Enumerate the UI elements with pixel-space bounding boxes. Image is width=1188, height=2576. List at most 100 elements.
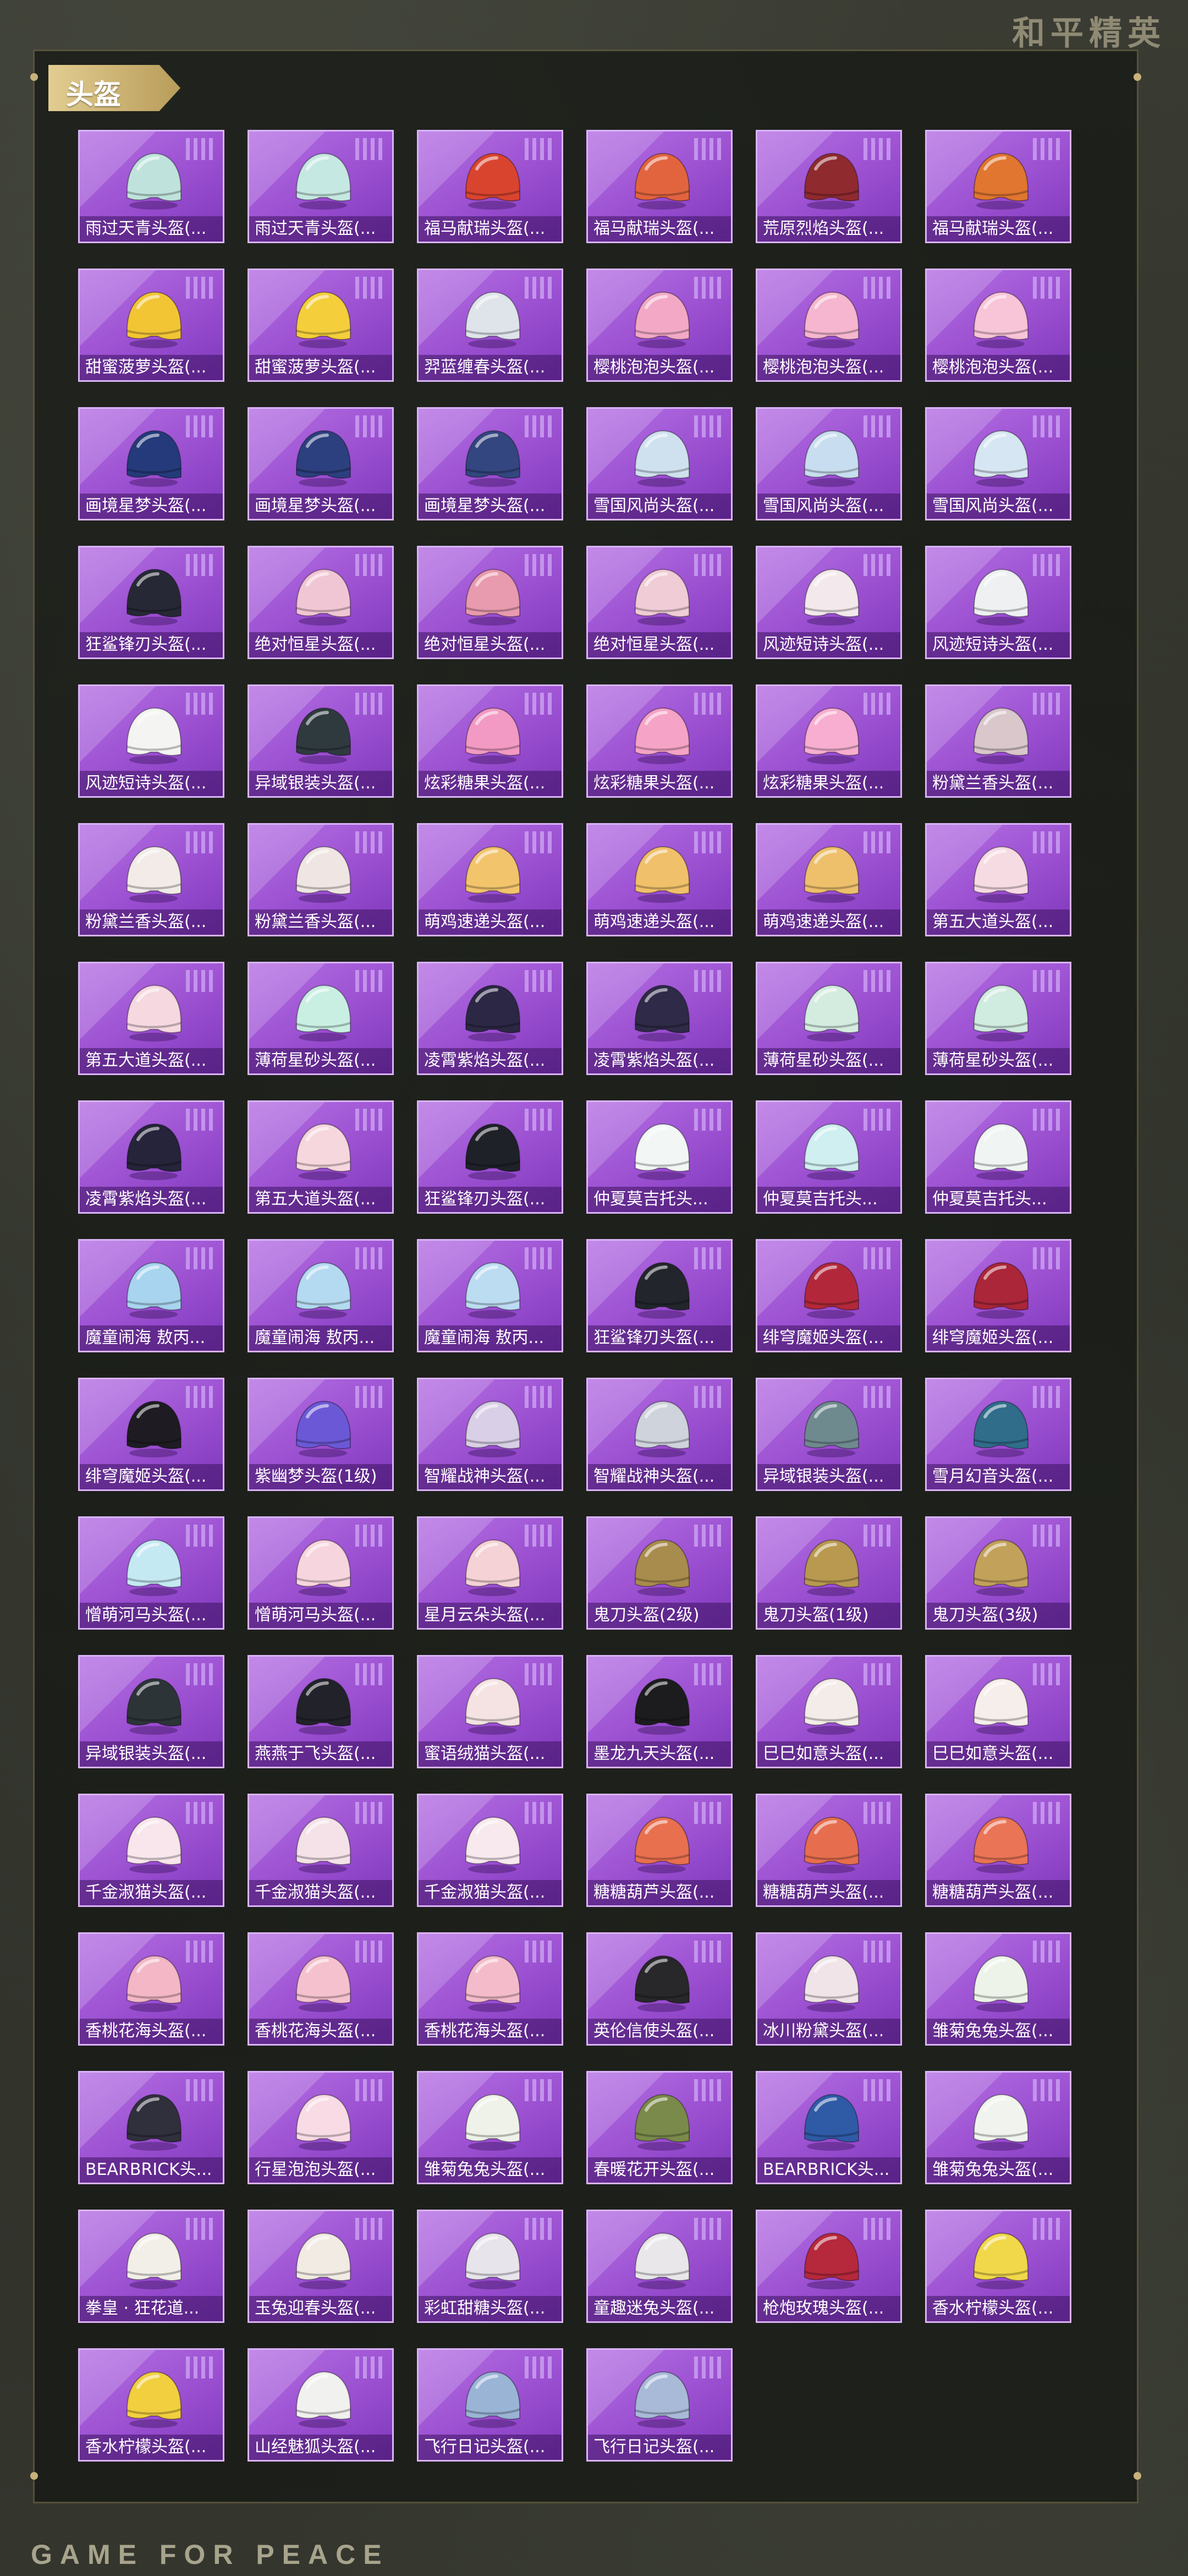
helmet-card[interactable]: 绝对恒星头盔(...	[586, 546, 733, 659]
helmet-card[interactable]: 樱桃泡泡头盔(...	[756, 268, 902, 382]
helmet-card[interactable]: 魔童闹海 敖丙...	[248, 1239, 394, 1352]
helmet-card[interactable]: 福马献瑞头盔(...	[586, 130, 733, 243]
helmet-card[interactable]: 狂鲨锋刃头盔(...	[78, 546, 224, 659]
helmet-card[interactable]: 萌鸡速递头盔(...	[756, 823, 902, 936]
helmet-card[interactable]: 鬼刀头盔(1级)	[756, 1516, 902, 1630]
helmet-card[interactable]: 风迹短诗头盔(...	[756, 546, 902, 659]
helmet-card[interactable]: 第五大道头盔(...	[248, 1100, 394, 1214]
helmet-card[interactable]: 甜蜜菠萝头盔(...	[248, 268, 394, 382]
helmet-card[interactable]: 羿蓝缠春头盔(...	[417, 268, 563, 382]
helmet-card[interactable]: 绯穹魔姬头盔(...	[756, 1239, 902, 1352]
helmet-card[interactable]: 福马献瑞头盔(...	[417, 130, 563, 243]
helmet-card[interactable]: 凌霄紫焰头盔(...	[78, 1100, 224, 1214]
helmet-card[interactable]: 香水柠檬头盔(...	[78, 2348, 224, 2462]
helmet-card[interactable]: 魔童闹海 敖丙...	[417, 1239, 563, 1352]
helmet-card[interactable]: 童趣迷兔头盔(...	[586, 2210, 733, 2323]
helmet-card[interactable]: 樱桃泡泡头盔(...	[586, 268, 733, 382]
helmet-card[interactable]: 炫彩糖果头盔(...	[417, 684, 563, 798]
helmet-card[interactable]: 福马献瑞头盔(...	[925, 130, 1071, 243]
helmet-card[interactable]: 雨过天青头盔(...	[78, 130, 224, 243]
helmet-card[interactable]: 憎萌河马头盔(...	[78, 1516, 224, 1630]
helmet-card[interactable]: 枪炮玫瑰头盔(...	[756, 2210, 902, 2323]
helmet-card[interactable]: 香桃花海头盔(...	[78, 1932, 224, 2046]
helmet-card[interactable]: 异域银装头盔(...	[756, 1378, 902, 1491]
helmet-card[interactable]: 飞行日记头盔(...	[417, 2348, 563, 2462]
helmet-card[interactable]: 紫幽梦头盔(1级)	[248, 1378, 394, 1491]
helmet-card[interactable]: 春暖花开头盔(...	[586, 2071, 733, 2184]
helmet-card[interactable]: 千金淑猫头盔(...	[417, 1794, 563, 1907]
helmet-card[interactable]: 巳巳如意头盔(...	[756, 1655, 902, 1768]
helmet-card[interactable]: 荒原烈焰头盔(...	[756, 130, 902, 243]
helmet-card[interactable]: 粉黛兰香头盔(...	[925, 684, 1071, 798]
helmet-card[interactable]: 雪国风尚头盔(...	[586, 407, 733, 520]
helmet-card[interactable]: 香水柠檬头盔(...	[925, 2210, 1071, 2323]
helmet-card[interactable]: BEARBRICK头...	[78, 2071, 224, 2184]
helmet-card[interactable]: 风迹短诗头盔(...	[78, 684, 224, 798]
helmet-card[interactable]: 第五大道头盔(...	[78, 962, 224, 1075]
helmet-card[interactable]: 薄荷星砂头盔(...	[756, 962, 902, 1075]
helmet-card[interactable]: 绯穹魔姬头盔(...	[78, 1378, 224, 1491]
helmet-card[interactable]: 彩虹甜糖头盔(...	[417, 2210, 563, 2323]
helmet-card[interactable]: 雏菊兔兔头盔(...	[925, 2071, 1071, 2184]
helmet-card[interactable]: 雪国风尚头盔(...	[756, 407, 902, 520]
helmet-card[interactable]: 千金淑猫头盔(...	[78, 1794, 224, 1907]
helmet-card[interactable]: 雏菊兔兔头盔(...	[417, 2071, 563, 2184]
helmet-card[interactable]: 智耀战神头盔(...	[417, 1378, 563, 1491]
helmet-card[interactable]: 鬼刀头盔(2级)	[586, 1516, 733, 1630]
helmet-card[interactable]: 萌鸡速递头盔(...	[586, 823, 733, 936]
helmet-card[interactable]: 鬼刀头盔(3级)	[925, 1516, 1071, 1630]
helmet-card[interactable]: 墨龙九天头盔(...	[586, 1655, 733, 1768]
helmet-card[interactable]: 仲夏莫吉托头...	[925, 1100, 1071, 1214]
helmet-card[interactable]: 画境星梦头盔(...	[78, 407, 224, 520]
helmet-card[interactable]: 行星泡泡头盔(...	[248, 2071, 394, 2184]
helmet-card[interactable]: 炫彩糖果头盔(...	[586, 684, 733, 798]
helmet-card[interactable]: 粉黛兰香头盔(...	[248, 823, 394, 936]
helmet-card[interactable]: 燕燕于飞头盔(...	[248, 1655, 394, 1768]
helmet-card[interactable]: 薄荷星砂头盔(...	[925, 962, 1071, 1075]
helmet-card[interactable]: 画境星梦头盔(...	[417, 407, 563, 520]
helmet-card[interactable]: 绯穹魔姬头盔(...	[925, 1239, 1071, 1352]
helmet-card[interactable]: 炫彩糖果头盔(...	[756, 684, 902, 798]
helmet-card[interactable]: 巳巳如意头盔(...	[925, 1655, 1071, 1768]
helmet-card[interactable]: 异域银装头盔(...	[78, 1655, 224, 1768]
helmet-card[interactable]: 糖糖葫芦头盔(...	[925, 1794, 1071, 1907]
helmet-card[interactable]: 玉兔迎春头盔(...	[248, 2210, 394, 2323]
helmet-card[interactable]: 画境星梦头盔(...	[248, 407, 394, 520]
helmet-card[interactable]: 异域银装头盔(...	[248, 684, 394, 798]
helmet-card[interactable]: 魔童闹海 敖丙...	[78, 1239, 224, 1352]
helmet-card[interactable]: 第五大道头盔(...	[925, 823, 1071, 936]
helmet-card[interactable]: 风迹短诗头盔(...	[925, 546, 1071, 659]
helmet-card[interactable]: 雪月幻音头盔(...	[925, 1378, 1071, 1491]
helmet-card[interactable]: 凌霄紫焰头盔(...	[417, 962, 563, 1075]
helmet-card[interactable]: 绝对恒星头盔(...	[417, 546, 563, 659]
helmet-card[interactable]: 拳皇 · 狂花道...	[78, 2210, 224, 2323]
helmet-card[interactable]: 憎萌河马头盔(...	[248, 1516, 394, 1630]
helmet-card[interactable]: 雪国风尚头盔(...	[925, 407, 1071, 520]
helmet-card[interactable]: 英伦信使头盔(...	[586, 1932, 733, 2046]
helmet-card[interactable]: 星月云朵头盔(...	[417, 1516, 563, 1630]
helmet-card[interactable]: 绝对恒星头盔(...	[248, 546, 394, 659]
helmet-card[interactable]: 糖糖葫芦头盔(...	[756, 1794, 902, 1907]
helmet-card[interactable]: 凌霄紫焰头盔(...	[586, 962, 733, 1075]
helmet-card[interactable]: 甜蜜菠萝头盔(...	[78, 268, 224, 382]
helmet-card[interactable]: 薄荷星砂头盔(...	[248, 962, 394, 1075]
helmet-card[interactable]: 仲夏莫吉托头...	[586, 1100, 733, 1214]
helmet-card[interactable]: 樱桃泡泡头盔(...	[925, 268, 1071, 382]
helmet-card[interactable]: 糖糖葫芦头盔(...	[586, 1794, 733, 1907]
helmet-card[interactable]: 仲夏莫吉托头...	[756, 1100, 902, 1214]
helmet-card[interactable]: 飞行日记头盔(...	[586, 2348, 733, 2462]
helmet-card[interactable]: 智耀战神头盔(...	[586, 1378, 733, 1491]
helmet-card[interactable]: 香桃花海头盔(...	[417, 1932, 563, 2046]
helmet-card[interactable]: 山经魅狐头盔(...	[248, 2348, 394, 2462]
helmet-card[interactable]: 千金淑猫头盔(...	[248, 1794, 394, 1907]
helmet-card[interactable]: 蜜语绒猫头盔(...	[417, 1655, 563, 1768]
helmet-card[interactable]: 冰川粉黛头盔(...	[756, 1932, 902, 2046]
helmet-card[interactable]: 雏菊兔兔头盔(...	[925, 1932, 1071, 2046]
helmet-card[interactable]: 粉黛兰香头盔(...	[78, 823, 224, 936]
helmet-card[interactable]: 香桃花海头盔(...	[248, 1932, 394, 2046]
helmet-card[interactable]: 雨过天青头盔(...	[248, 130, 394, 243]
helmet-card[interactable]: BEARBRICK头...	[756, 2071, 902, 2184]
helmet-card[interactable]: 狂鲨锋刃头盔(...	[417, 1100, 563, 1214]
helmet-card[interactable]: 萌鸡速递头盔(...	[417, 823, 563, 936]
helmet-card[interactable]: 狂鲨锋刃头盔(...	[586, 1239, 733, 1352]
